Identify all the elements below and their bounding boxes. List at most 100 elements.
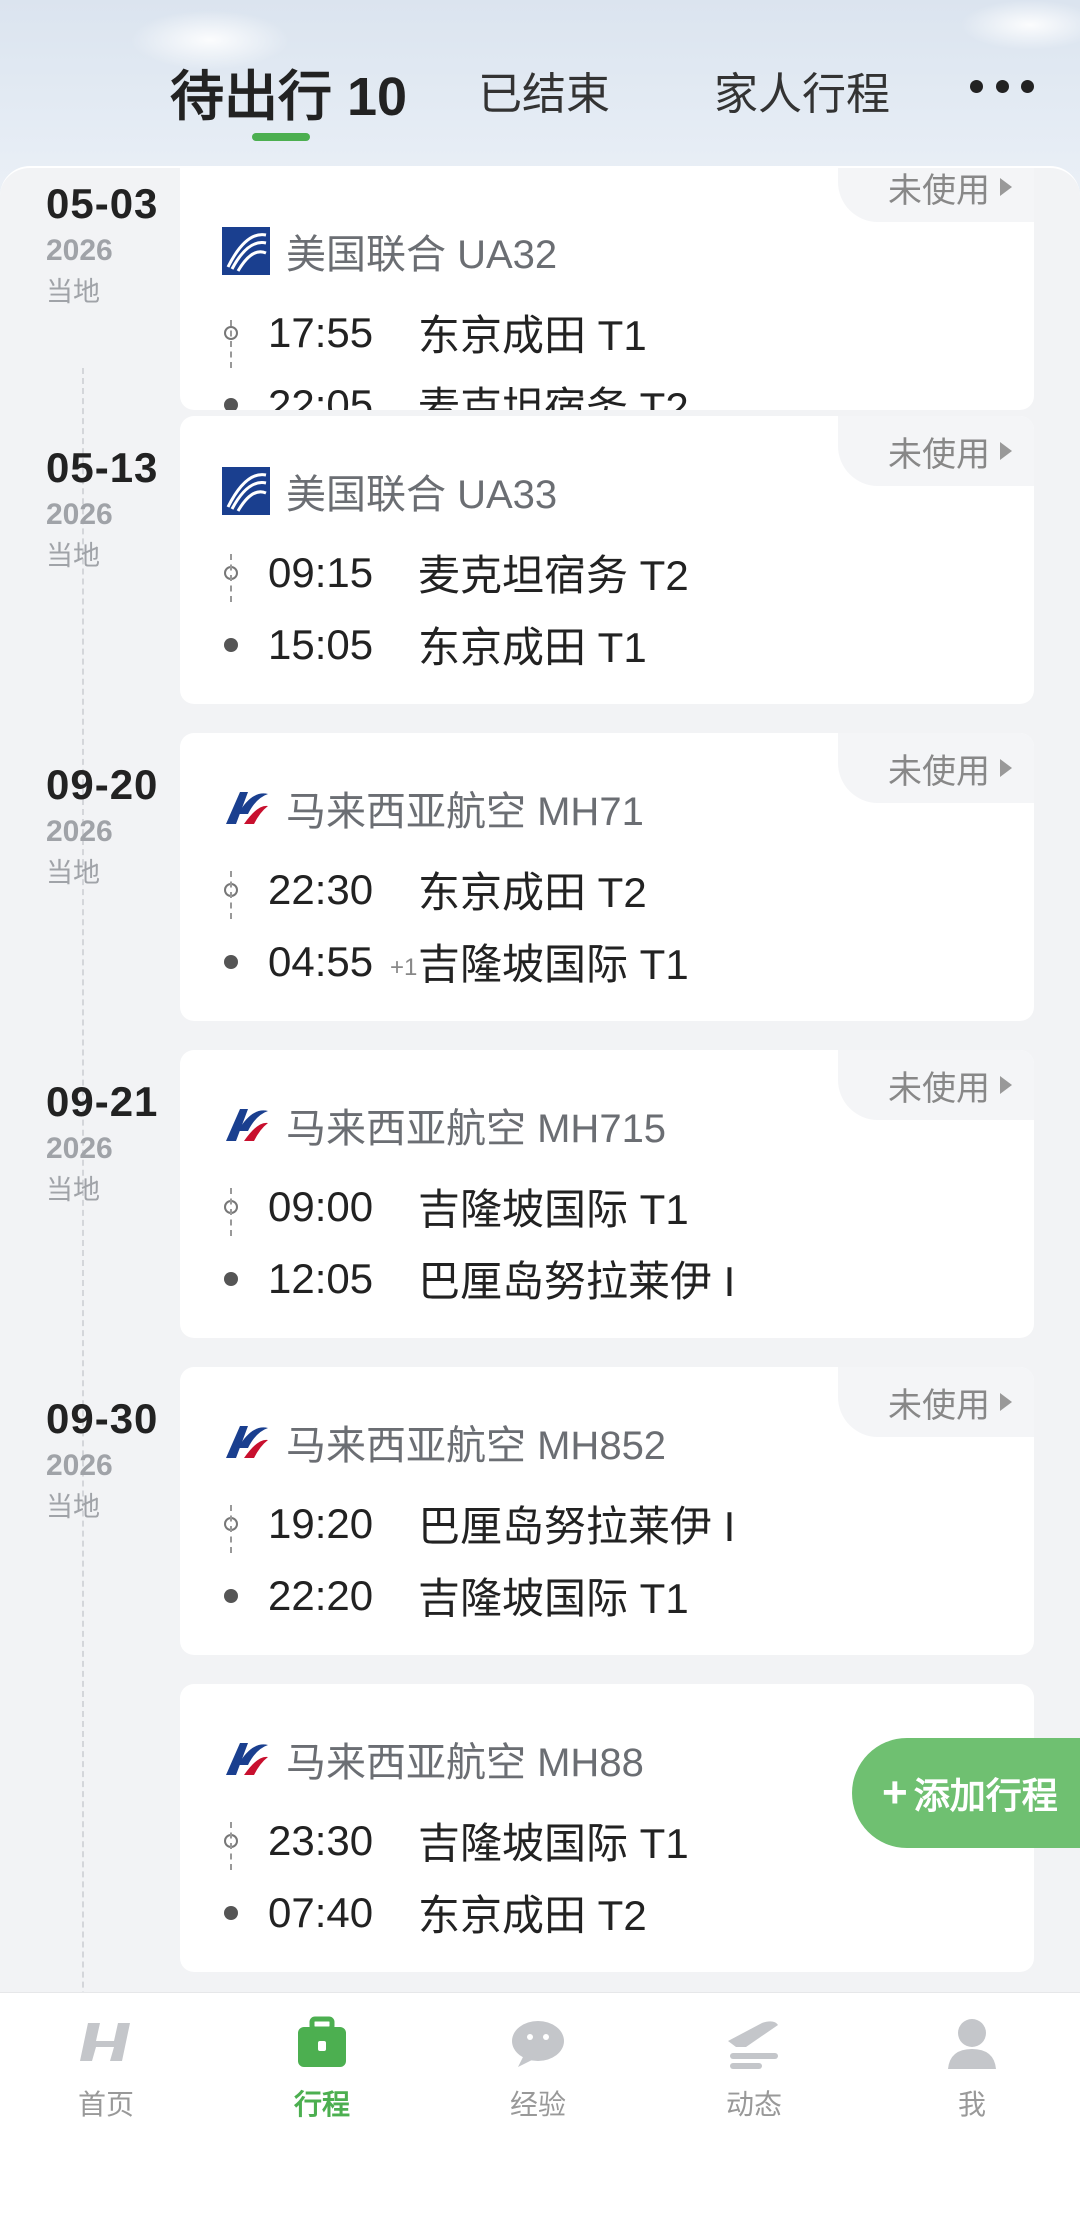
trip-date: 05-13 2026 当地 — [46, 444, 176, 573]
timezone-label: 当地 — [46, 1492, 100, 1522]
status-badge[interactable]: 未使用 — [838, 416, 1034, 486]
list-item: 05-13 2026 当地 未使用 美国联合 UA33 09:15 麦克坦宿务 … — [0, 416, 1080, 734]
nav-item-me[interactable]: 我 — [892, 2011, 1052, 2123]
arrival-row: 12:05 巴厘岛努拉莱伊 I — [222, 1248, 735, 1309]
flight-card[interactable]: 未使用 马来西亚航空 MH71 22:30 东京成田 T2 04:55 +1 吉隆… — [180, 733, 1034, 1021]
date-month-day: 09-21 — [46, 1078, 159, 1125]
list-item: 09-30 2026 当地 未使用 马来西亚航空 MH852 19:20 巴厘岛… — [0, 1367, 1080, 1685]
nav-item-experience[interactable]: 经验 — [458, 2011, 618, 2123]
flight-card[interactable]: 未使用 马来西亚航空 MH715 09:00 吉隆坡国际 T1 12:05 巴厘… — [180, 1050, 1034, 1338]
nav-label: 我 — [957, 2089, 986, 2120]
add-trip-button[interactable]: + 添加行程 — [852, 1738, 1080, 1848]
departure-row: 09:15 麦克坦宿务 T2 — [222, 542, 689, 603]
segment-connector — [230, 320, 232, 368]
home-icon — [80, 2023, 130, 2061]
arrival-dot — [224, 637, 238, 652]
nav-label: 动态 — [725, 2089, 782, 2120]
airline-flight: 马来西亚航空 MH71 — [286, 790, 644, 834]
nav-label: 首页 — [77, 2089, 134, 2120]
arrival-airport: 吉隆坡国际 T1 — [418, 941, 689, 988]
departure-row: 17:55 东京成田 T1 — [222, 302, 647, 363]
departure-row: 23:30 吉隆坡国际 T1 — [222, 1810, 689, 1871]
departure-airport: 吉隆坡国际 T1 — [418, 1820, 689, 1867]
malaysia-airlines-logo — [226, 792, 268, 824]
active-tab-indicator — [252, 133, 310, 141]
departure-time: 19:20 — [268, 1499, 374, 1547]
more-horizontal-icon[interactable] — [970, 78, 1034, 94]
chevron-right-icon — [1000, 178, 1012, 196]
airline-flight: 马来西亚航空 MH852 — [286, 1424, 667, 1468]
trip-date: 09-30 2026 当地 — [46, 1395, 176, 1524]
flight-card[interactable]: 未使用 美国联合 UA32 17:55 东京成田 T1 22:05 麦克坦宿务 … — [180, 168, 1034, 410]
arrival-row: 04:55 +1 吉隆坡国际 T1 — [222, 931, 689, 992]
united-airlines-logo — [222, 227, 270, 275]
airline-flight: 美国联合 UA32 — [286, 233, 558, 277]
plus-icon: + — [882, 1768, 908, 1817]
list-item: 09-21 2026 当地 未使用 马来西亚航空 MH715 09:00 吉隆坡… — [0, 1050, 1080, 1368]
arrival-row: 07:40 东京成田 T2 — [222, 1882, 647, 1943]
arrival-dot — [224, 1905, 238, 1920]
departure-row: 22:30 东京成田 T2 — [222, 859, 647, 920]
status-label: 未使用 — [888, 752, 990, 791]
nav-item-home[interactable]: 首页 — [26, 2011, 186, 2123]
arrival-airport: 东京成田 T1 — [418, 624, 647, 671]
flight-card[interactable]: 未使用 美国联合 UA33 09:15 麦克坦宿务 T2 15:05 东京成田 … — [180, 416, 1034, 704]
status-badge[interactable]: 未使用 — [838, 168, 1034, 222]
departure-row: 19:20 巴厘岛努拉莱伊 I — [222, 1493, 735, 1554]
date-month-day: 09-30 — [46, 1395, 159, 1442]
arrival-row: 15:05 东京成田 T1 — [222, 614, 647, 675]
tab-finished[interactable]: 已结束 — [478, 58, 610, 122]
date-year: 2026 — [46, 815, 113, 848]
departure-time: 22:30 — [268, 865, 374, 913]
timezone-label: 当地 — [46, 277, 100, 307]
arrival-dot — [224, 397, 238, 410]
date-year: 2026 — [46, 234, 113, 267]
status-label: 未使用 — [888, 1386, 990, 1425]
date-month-day: 05-13 — [46, 444, 159, 491]
status-badge[interactable]: 未使用 — [838, 1367, 1034, 1437]
flight-card[interactable]: 未使用 马来西亚航空 MH852 19:20 巴厘岛努拉莱伊 I 22:20 吉… — [180, 1367, 1034, 1655]
departure-time: 17:55 — [268, 308, 374, 356]
arrival-dot — [224, 1588, 238, 1603]
date-month-day: 05-03 — [46, 180, 159, 227]
status-badge[interactable]: 未使用 — [838, 733, 1034, 803]
departure-time: 09:15 — [268, 548, 374, 596]
chevron-right-icon — [1000, 1393, 1012, 1411]
arrival-time: 15:05 — [268, 620, 374, 668]
list-item: 09-20 2026 当地 未使用 马来西亚航空 MH71 22:30 东京成田… — [0, 733, 1080, 1051]
departure-time: 09:00 — [268, 1182, 374, 1230]
timezone-label: 当地 — [46, 1175, 100, 1205]
chat-bubble-icon — [512, 2021, 564, 2067]
bottom-nav: 首页 行程 经验 动态 我 — [0, 1992, 1080, 2213]
nav-item-dynamics[interactable]: 动态 — [674, 2011, 834, 2123]
profile-icon — [948, 2019, 996, 2069]
departure-row: 09:00 吉隆坡国际 T1 — [222, 1176, 689, 1237]
arrival-row: 22:05 麦克坦宿务 T2 — [222, 374, 689, 410]
chevron-right-icon — [1000, 1076, 1012, 1094]
nav-label: 行程 — [293, 2089, 350, 2120]
tab-upcoming[interactable]: 待出行 10 — [170, 52, 407, 131]
arrival-airport: 巴厘岛努拉莱伊 I — [418, 1258, 736, 1305]
date-year: 2026 — [46, 498, 113, 531]
departure-time: 23:30 — [268, 1816, 374, 1864]
add-trip-label: 添加行程 — [913, 1775, 1058, 1816]
nav-item-trips[interactable]: 行程 — [242, 2011, 402, 2123]
airline-flight: 美国联合 UA33 — [286, 473, 558, 517]
status-badge[interactable]: 未使用 — [838, 1050, 1034, 1120]
trip-list[interactable]: 05-03 2026 当地 未使用 美国联合 UA32 17:55 东京成田 T… — [0, 166, 1080, 1994]
malaysia-airlines-logo — [226, 1109, 268, 1141]
segment-connector — [230, 1505, 232, 1553]
status-label: 未使用 — [888, 171, 990, 210]
arrival-row: 22:20 吉隆坡国际 T1 — [222, 1565, 689, 1626]
departure-airport: 东京成田 T2 — [418, 869, 647, 916]
united-airlines-logo — [222, 467, 270, 515]
arrival-time: 22:20 — [268, 1571, 374, 1619]
status-label: 未使用 — [888, 435, 990, 474]
chevron-right-icon — [1000, 759, 1012, 777]
status-label: 未使用 — [888, 1069, 990, 1108]
departure-airport: 巴厘岛努拉莱伊 I — [418, 1503, 736, 1550]
segment-connector — [230, 554, 232, 602]
tab-family-trips[interactable]: 家人行程 — [714, 58, 890, 122]
arrival-time: 04:55 +1 — [268, 937, 418, 985]
airline-flight: 马来西亚航空 MH715 — [286, 1107, 667, 1151]
